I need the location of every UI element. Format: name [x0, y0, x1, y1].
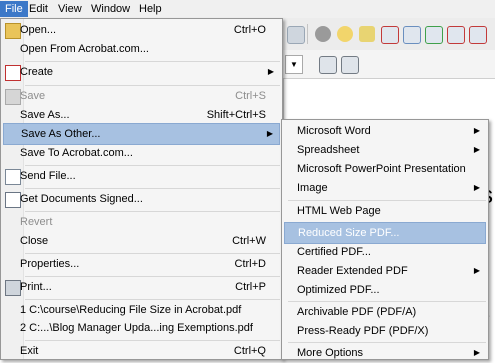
submenu-archivable-pdf-item[interactable]: Archivable PDF (PDF/A) — [284, 302, 486, 322]
submenu-more-options-item[interactable]: More Options ▶ — [284, 343, 486, 363]
save-disk-icon — [5, 89, 21, 105]
menubar: File Edit View Window Help — [0, 0, 495, 19]
open-folder-icon — [5, 23, 21, 39]
menu-item-label: Reader Extended PDF — [297, 265, 408, 277]
file-revert-item[interactable]: Revert — [3, 212, 280, 232]
submenu-press-ready-pdf-item[interactable]: Press-Ready PDF (PDF/X) — [284, 321, 486, 341]
share-icon[interactable] — [447, 26, 465, 44]
menu-item-label: Certified PDF... — [297, 246, 371, 258]
sign-pen-icon — [5, 192, 21, 208]
highlight-icon[interactable] — [359, 26, 375, 42]
file-open-item[interactable]: Open... Ctrl+O — [3, 20, 280, 40]
file-send-file-item[interactable]: Send File... — [3, 166, 280, 186]
submenu-optimized-pdf-item[interactable]: Optimized PDF... — [284, 280, 486, 300]
save-as-other-submenu: Microsoft Word ▶ Spreadsheet ▶ Microsoft… — [281, 119, 489, 360]
submenu-microsoft-word-item[interactable]: Microsoft Word ▶ — [284, 121, 486, 141]
menu-edit[interactable]: Edit — [24, 1, 53, 17]
protect-icon[interactable] — [381, 26, 399, 44]
menu-item-label: Save As... — [20, 109, 70, 121]
file-print-item[interactable]: Print... Ctrl+P — [3, 277, 280, 297]
sign-icon[interactable] — [403, 26, 421, 44]
submenu-certified-pdf-item[interactable]: Certified PDF... — [284, 242, 486, 262]
submenu-arrow-icon: ▶ — [267, 67, 274, 76]
forms-icon[interactable] — [469, 26, 487, 44]
file-save-item[interactable]: Save Ctrl+S — [3, 86, 280, 106]
printer-icon — [5, 280, 21, 296]
menu-item-label: Create — [20, 66, 54, 78]
menu-item-label: Microsoft Word — [297, 125, 371, 137]
file-create-item[interactable]: Create ▶ — [3, 62, 280, 82]
menu-item-label: 1 C:\course\Reducing File Size in Acroba… — [20, 304, 242, 316]
submenu-image-item[interactable]: Image ▶ — [284, 178, 486, 198]
submenu-arrow-icon: ▶ — [473, 183, 480, 192]
file-save-to-acrobat-item[interactable]: Save To Acrobat.com... — [3, 143, 280, 163]
menu-window[interactable]: Window — [86, 1, 135, 17]
menu-item-label: Get Documents Signed... — [20, 193, 143, 205]
menu-item-label: Print... — [20, 281, 52, 293]
file-properties-item[interactable]: Properties... Ctrl+D — [3, 254, 280, 274]
menu-item-label: Open From Acrobat.com... — [20, 43, 149, 55]
file-menu: Open... Ctrl+O Open From Acrobat.com... … — [0, 18, 283, 360]
menu-item-label: Properties... — [20, 258, 80, 270]
secondary-toolbar: ▼ — [283, 50, 495, 79]
submenu-reduced-size-pdf-item[interactable]: Reduced Size PDF... — [284, 222, 486, 244]
submenu-arrow-icon: ▶ — [473, 266, 480, 275]
file-recent-2-item[interactable]: 2 C:...\Blog Manager Upda...ing Exemptio… — [3, 318, 280, 338]
submenu-spreadsheet-item[interactable]: Spreadsheet ▶ — [284, 140, 486, 160]
menu-item-shortcut: Shift+Ctrl+S — [206, 109, 266, 121]
submenu-arrow-icon: ▶ — [473, 126, 480, 135]
menu-item-label: Press-Ready PDF (PDF/X) — [297, 325, 429, 337]
menu-item-label: HTML Web Page — [297, 205, 381, 217]
submenu-powerpoint-item[interactable]: Microsoft PowerPoint Presentation — [284, 159, 486, 179]
toolbar-divider — [307, 24, 308, 44]
menu-help[interactable]: Help — [134, 1, 167, 17]
menu-item-label: Save As Other... — [21, 128, 101, 140]
file-recent-1-item[interactable]: 1 C:\course\Reducing File Size in Acroba… — [3, 300, 280, 320]
fit-width-icon[interactable] — [341, 56, 359, 74]
menu-item-label: 2 C:...\Blog Manager Upda...ing Exemptio… — [20, 322, 253, 334]
file-open-from-acrobat-item[interactable]: Open From Acrobat.com... — [3, 39, 280, 59]
fit-page-icon[interactable] — [319, 56, 337, 74]
menu-item-label: Optimized PDF... — [297, 284, 380, 296]
file-close-item[interactable]: Close Ctrl+W — [3, 231, 280, 251]
gear-icon[interactable] — [315, 26, 331, 42]
submenu-arrow-icon: ▶ — [266, 129, 273, 138]
export-icon[interactable] — [425, 26, 443, 44]
menu-item-label: Microsoft PowerPoint Presentation — [297, 163, 466, 175]
file-get-documents-signed-item[interactable]: Get Documents Signed... — [3, 189, 280, 209]
menu-item-label: Send File... — [20, 170, 76, 182]
menu-item-label: Archivable PDF (PDF/A) — [297, 306, 417, 318]
menu-item-shortcut: Ctrl+P — [235, 281, 266, 293]
menu-item-label: Reduced Size PDF... — [298, 227, 400, 239]
menu-item-shortcut: Ctrl+O — [233, 24, 266, 36]
menu-item-label: Revert — [20, 216, 53, 228]
menu-item-label: Image — [297, 182, 328, 194]
file-exit-item[interactable]: Exit Ctrl+Q — [3, 341, 280, 361]
menu-item-label: More Options — [297, 347, 364, 359]
submenu-arrow-icon: ▶ — [473, 145, 480, 154]
menu-item-label: Open... — [20, 24, 57, 36]
file-save-as-other-item[interactable]: Save As Other... ▶ — [3, 123, 280, 145]
envelope-icon — [5, 169, 21, 185]
menu-item-label: Save — [20, 90, 46, 102]
submenu-html-web-page-item[interactable]: HTML Web Page — [284, 201, 486, 221]
dropdown-arrow-icon[interactable]: ▼ — [285, 55, 303, 74]
menu-item-label: Exit — [20, 345, 39, 357]
menu-item-shortcut: Ctrl+Q — [233, 345, 266, 357]
main-toolbar — [283, 18, 495, 51]
menu-item-shortcut: Ctrl+D — [234, 258, 266, 270]
menu-view[interactable]: View — [53, 1, 87, 17]
page-icon[interactable] — [287, 26, 305, 44]
menu-item-label: Spreadsheet — [297, 144, 360, 156]
comment-icon[interactable] — [337, 26, 353, 42]
submenu-arrow-icon: ▶ — [473, 348, 480, 357]
create-pdf-icon — [5, 65, 21, 81]
file-save-as-item[interactable]: Save As... Shift+Ctrl+S — [3, 105, 280, 125]
menu-item-label: Save To Acrobat.com... — [20, 147, 133, 159]
menu-item-shortcut: Ctrl+S — [235, 90, 266, 102]
submenu-reader-extended-pdf-item[interactable]: Reader Extended PDF ▶ — [284, 261, 486, 281]
menu-item-label: Close — [20, 235, 49, 247]
menu-item-shortcut: Ctrl+W — [232, 235, 266, 247]
